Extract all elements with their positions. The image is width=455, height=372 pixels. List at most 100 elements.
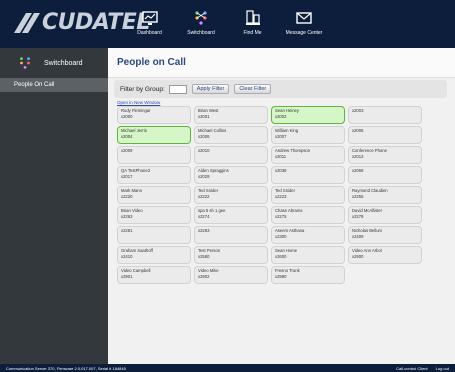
find-me-icon	[245, 10, 260, 25]
person-extension: x2220	[121, 193, 133, 199]
person-extension: x2029	[198, 173, 210, 179]
nav-switchboard[interactable]: Switchboard	[171, 0, 231, 48]
person-extension: x2275	[275, 213, 287, 219]
sidebar-item-people-on-call[interactable]: People On Call	[0, 78, 108, 92]
person-card[interactable]: Brian West x2001	[194, 106, 268, 124]
person-card[interactable]: Video Ann Arbor x2900	[348, 246, 422, 264]
person-extension: x2038	[275, 168, 287, 173]
firmware-status: Communication Server 370, Firmware 2.0.0…	[6, 365, 126, 371]
person-extension: x2580	[198, 253, 210, 259]
nav-dashboard[interactable]: Dashboard	[128, 0, 171, 48]
person-extension: x2281	[121, 228, 133, 233]
person-extension: x2223	[275, 193, 287, 199]
main-nav: Dashboard Switchboard Find Me Message Ce…	[128, 0, 334, 48]
person-extension: x2000	[121, 113, 133, 119]
person-extension: x2009	[121, 148, 133, 153]
person-card[interactable]: x2010	[194, 146, 268, 164]
nav-switchboard-label: Switchboard	[187, 30, 215, 36]
person-extension: x2600	[275, 253, 287, 259]
person-card[interactable]: Raymond Claudien x2255	[348, 186, 422, 204]
person-extension: x2068	[352, 168, 364, 173]
sidebar-item-label: People On Call	[14, 82, 55, 88]
person-card[interactable]: Chase Abrams x2275	[271, 206, 345, 224]
person-card[interactable]: x2283	[194, 226, 268, 244]
person-extension: x2001	[198, 113, 210, 119]
person-card[interactable]: William King x2007	[271, 126, 345, 144]
person-extension: x2222	[198, 193, 210, 199]
person-card[interactable]: x2009	[117, 146, 191, 164]
dashboard-icon	[141, 11, 158, 25]
brand-logo[interactable]: CUDATEL	[8, 8, 150, 38]
person-card[interactable]: Video Campbell x2901	[117, 266, 191, 284]
apply-filter-button[interactable]: Apply Filter	[191, 84, 230, 94]
logout-link[interactable]: Log out	[436, 366, 449, 371]
page-title: People on Call	[117, 57, 186, 68]
person-card[interactable]: Michael Jerris x2004	[117, 126, 191, 144]
person-card[interactable]: Brian Video x2263	[117, 206, 191, 224]
person-extension: x2017	[121, 173, 133, 179]
message-center-icon	[296, 12, 312, 24]
person-extension: x2002	[275, 113, 287, 119]
main-panel: People on Call Filter by Group: Apply Fi…	[108, 48, 455, 364]
person-card[interactable]: Graham Saathoff x2410	[117, 246, 191, 264]
person-card[interactable]: David McAllister x2278	[348, 206, 422, 224]
person-card[interactable]: Fresno Trunk x2990	[271, 266, 345, 284]
person-extension: x2990	[275, 273, 287, 279]
person-card[interactable]: x2038	[271, 166, 345, 184]
group-filter-input[interactable]	[168, 84, 187, 94]
filter-label: Filter by Group:	[120, 85, 165, 93]
person-extension: x2011	[275, 153, 287, 159]
person-extension: x2410	[121, 253, 133, 259]
person-card[interactable]: Mark Mann x2220	[117, 186, 191, 204]
top-header: CUDATEL Dashboard Switchboard Find Me Me…	[0, 0, 455, 48]
person-card[interactable]: Nicholas Belluni x2409	[348, 226, 422, 244]
person-card[interactable]: Aseem Asthana x2300	[271, 226, 345, 244]
person-extension: x2007	[275, 133, 287, 139]
person-card[interactable]: x2068	[348, 166, 422, 184]
person-extension: x2263	[121, 213, 133, 219]
person-card[interactable]: Sean Heiney x2002	[271, 106, 345, 124]
nav-message-center[interactable]: Message Center	[274, 0, 334, 48]
person-card[interactable]: x2003	[348, 106, 422, 124]
filter-bar: Filter by Group: Apply Filter Clear Filt…	[114, 80, 447, 98]
person-card[interactable]: x2281	[117, 226, 191, 244]
people-grid: Rudy Flemingar x2000 Brian West x2001 Sean H…	[117, 106, 441, 284]
person-card[interactable]: Michael Collins x2006	[194, 126, 268, 144]
person-extension: x2255	[352, 193, 364, 199]
person-extension: x2300	[275, 233, 287, 239]
nav-find-me[interactable]: Find Me	[231, 0, 274, 48]
person-card[interactable]: Test Person x2580	[194, 246, 268, 264]
person-card[interactable]: Ted Snider x2222	[194, 186, 268, 204]
person-extension: x2003	[352, 108, 364, 113]
open-new-window-link[interactable]: Open in New Window	[117, 100, 160, 105]
person-card[interactable]: Ted Snider x2223	[271, 186, 345, 204]
clear-filter-button[interactable]: Clear Filter	[234, 84, 272, 94]
footer-links: Call-control Client Log out	[396, 366, 449, 371]
sidebar-header[interactable]: Switchboard	[0, 48, 108, 78]
person-extension: x2902	[198, 273, 210, 279]
person-card[interactable]: Conference Phone x2012	[348, 146, 422, 164]
person-extension: x2004	[121, 133, 133, 139]
person-card[interactable]: Video Mike x2902	[194, 266, 268, 284]
person-extension: x2008	[352, 128, 364, 133]
person-extension: x2283	[198, 228, 210, 233]
person-card[interactable]: x2008	[348, 126, 422, 144]
call-control-client-link[interactable]: Call-control Client	[396, 366, 428, 371]
nav-dashboard-label: Dashboard	[137, 30, 162, 36]
person-card[interactable]: Andrew Thompson x2011	[271, 146, 345, 164]
person-extension: x2278	[352, 213, 364, 219]
sidebar: Switchboard People On Call	[0, 48, 108, 364]
person-extension: x2006	[198, 133, 210, 139]
person-card[interactable]: spa 5 sh 1 gee x2274	[194, 206, 268, 224]
person-card[interactable]: QA TestPhone3 x2017	[117, 166, 191, 184]
person-card[interactable]: Alden Spraggins x2029	[194, 166, 268, 184]
footer: Communication Server 370, Firmware 2.0.0…	[0, 364, 455, 372]
nav-message-center-label: Message Center	[285, 30, 323, 36]
person-extension: x2012	[352, 153, 364, 159]
switchboard-icon	[20, 57, 30, 69]
person-extension: x2901	[121, 273, 133, 279]
person-card[interactable]: Rudy Flemingar x2000	[117, 106, 191, 124]
person-extension: x2900	[352, 253, 364, 259]
person-extension: x2409	[352, 233, 364, 239]
person-card[interactable]: Sean Home x2600	[271, 246, 345, 264]
